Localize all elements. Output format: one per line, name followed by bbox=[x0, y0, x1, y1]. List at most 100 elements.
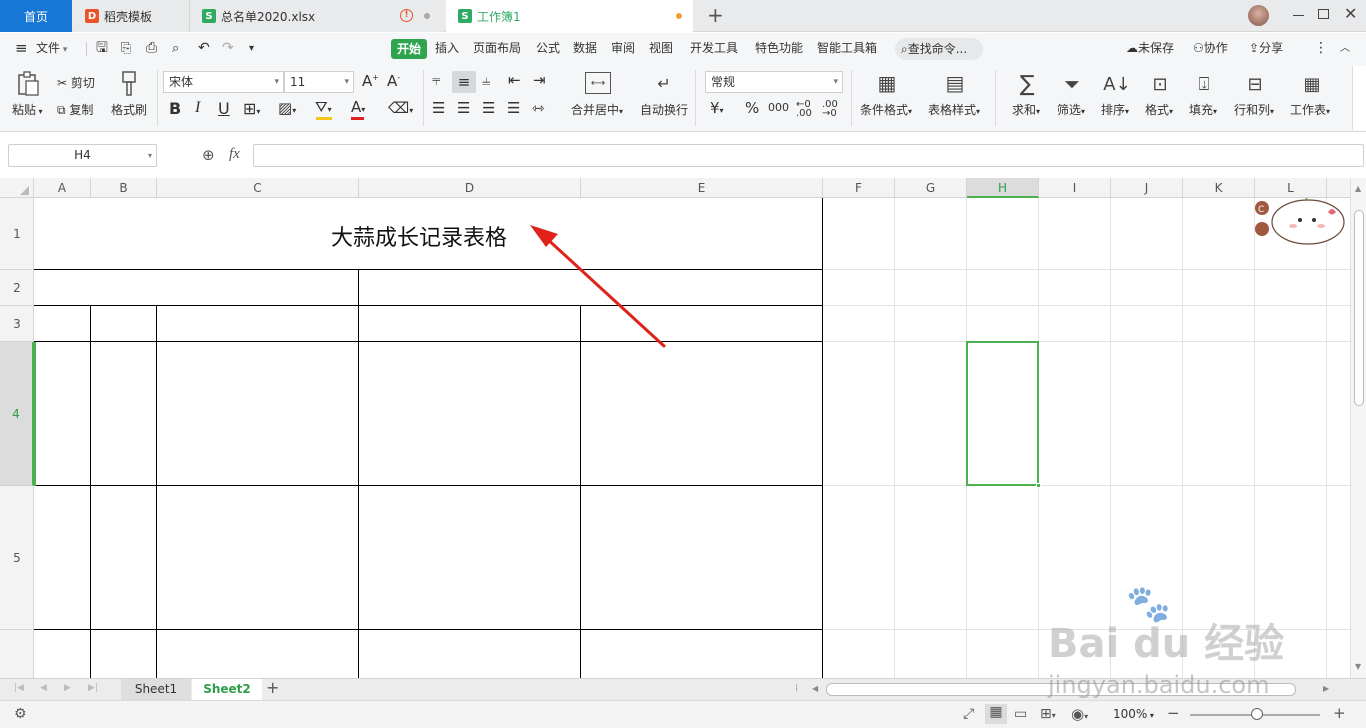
sheet-tab[interactable]: Sheet1 bbox=[121, 679, 191, 700]
align-top-icon[interactable]: ⫧ bbox=[432, 71, 440, 89]
merge-center-button[interactable]: 合并居中▾ bbox=[571, 101, 623, 118]
collab-button[interactable]: ⚇协作 bbox=[1193, 33, 1228, 64]
row-header-selected[interactable]: 4 bbox=[0, 342, 34, 486]
page-layout-view-icon[interactable]: ▭ bbox=[1014, 706, 1027, 722]
merge-center-icon[interactable]: ⟷ bbox=[585, 72, 611, 94]
table-style-button[interactable]: 表格样式▾ bbox=[928, 101, 980, 118]
reading-mode-icon[interactable]: ◉▾ bbox=[1071, 705, 1088, 723]
format-painter-icon[interactable] bbox=[117, 70, 141, 98]
restore-icon[interactable] bbox=[1318, 9, 1329, 19]
sum-button[interactable]: 求和▾ bbox=[1012, 101, 1040, 118]
align-bottom-icon[interactable]: ⫨ bbox=[482, 71, 490, 89]
bold-button[interactable]: B bbox=[169, 99, 181, 118]
column-header[interactable]: C bbox=[157, 178, 359, 198]
hscroll-right-icon[interactable]: ▶ bbox=[1323, 684, 1329, 693]
clear-format-icon[interactable]: ⌫▾ bbox=[388, 99, 413, 117]
worksheet-button[interactable]: 工作表▾ bbox=[1290, 101, 1330, 118]
more-icon[interactable]: ⋮ bbox=[1314, 33, 1328, 64]
format-painter-button[interactable]: 格式刷 bbox=[111, 101, 147, 118]
align-middle-icon[interactable]: ≡ bbox=[452, 71, 476, 93]
hamburger-icon[interactable]: ≡ bbox=[15, 33, 28, 64]
sheet-nav-last-icon[interactable]: ▶| bbox=[88, 683, 98, 693]
indent-decrease-icon[interactable]: ⇤ bbox=[508, 71, 521, 89]
tab-file2[interactable]: S 工作簿1 bbox=[446, 0, 693, 32]
fullscreen-icon[interactable]: ⤢ bbox=[963, 706, 974, 722]
distributed-icon[interactable]: ⇿ bbox=[532, 99, 545, 117]
format-icon[interactable]: ⊡ bbox=[1148, 72, 1172, 96]
justify-icon[interactable]: ☰ bbox=[507, 99, 520, 117]
fill-button[interactable]: 填充▾ bbox=[1189, 101, 1217, 118]
column-header-selected[interactable]: H bbox=[967, 178, 1039, 198]
conditional-format-icon[interactable]: ▦ bbox=[875, 71, 899, 95]
currency-button[interactable]: ¥▾ bbox=[710, 99, 724, 117]
vertical-scroll-thumb[interactable] bbox=[1354, 210, 1364, 406]
page-break-view-icon[interactable]: ⊞▾ bbox=[1040, 706, 1056, 722]
underline-button[interactable]: U bbox=[218, 99, 230, 118]
column-header[interactable]: K bbox=[1183, 178, 1255, 198]
fx-button[interactable]: fx bbox=[229, 146, 240, 163]
paste-button[interactable]: 粘贴 ▾ bbox=[12, 101, 43, 118]
sheet-nav-prev-icon[interactable]: ◀ bbox=[40, 683, 47, 693]
cut-button[interactable]: ✂ 剪切 bbox=[57, 74, 95, 91]
share-button[interactable]: ⇪分享 bbox=[1249, 33, 1283, 64]
font-shrink-icon[interactable]: A- bbox=[387, 72, 400, 90]
sort-button[interactable]: 排序▾ bbox=[1101, 101, 1129, 118]
add-sheet-button[interactable]: + bbox=[266, 678, 279, 697]
menu-start[interactable]: 开始 bbox=[391, 39, 427, 59]
avatar[interactable] bbox=[1248, 5, 1269, 26]
menu-insert[interactable]: 插入 bbox=[435, 33, 459, 64]
tab-file1[interactable]: S 总名单2020.xlsx ! bbox=[189, 0, 444, 32]
column-header[interactable]: I bbox=[1039, 178, 1111, 198]
zoom-in-button[interactable]: + bbox=[1333, 704, 1346, 722]
column-header[interactable]: L bbox=[1255, 178, 1327, 198]
ribbon-scroll-button[interactable] bbox=[1352, 66, 1366, 130]
font-color-icon[interactable]: A▾ bbox=[351, 98, 365, 116]
select-all-corner[interactable] bbox=[0, 178, 34, 198]
zoom-level[interactable]: 100% ▾ bbox=[1113, 707, 1154, 721]
menu-formula[interactable]: 公式 bbox=[536, 33, 560, 64]
redo-icon[interactable]: ↷ bbox=[222, 33, 234, 64]
italic-button[interactable]: I bbox=[195, 99, 200, 117]
number-format-select[interactable]: 常规 bbox=[705, 71, 843, 93]
fill-pattern-icon[interactable]: ▨▾ bbox=[278, 99, 296, 117]
menu-data[interactable]: 数据 bbox=[573, 33, 597, 64]
menu-page-layout[interactable]: 页面布局 bbox=[473, 33, 521, 64]
vertical-scrollbar[interactable]: ▲ ▼ bbox=[1350, 178, 1366, 678]
zoom-out-button[interactable]: − bbox=[1167, 704, 1180, 722]
border-icon[interactable]: ⊞▾ bbox=[243, 99, 260, 118]
menu-developer[interactable]: 开发工具 bbox=[690, 33, 738, 64]
row-col-icon[interactable]: ⊟ bbox=[1243, 72, 1267, 96]
print-preview-icon[interactable]: ⌕ bbox=[172, 33, 179, 64]
wrap-text-icon[interactable]: ↵ bbox=[651, 72, 677, 94]
decimal-increase-icon[interactable]: ←0.00 bbox=[796, 100, 812, 119]
sum-icon[interactable]: ∑ bbox=[1015, 72, 1039, 97]
scroll-up-icon[interactable]: ▲ bbox=[1355, 184, 1361, 193]
column-header[interactable]: G bbox=[895, 178, 967, 198]
column-header[interactable]: J bbox=[1111, 178, 1183, 198]
row-header[interactable]: 5 bbox=[0, 486, 34, 630]
column-header[interactable]: E bbox=[581, 178, 823, 198]
filter-icon[interactable]: ⏷ bbox=[1060, 72, 1084, 96]
unsaved-button[interactable]: ☁未保存 bbox=[1126, 33, 1174, 64]
spreadsheet-grid[interactable]: 大蒜成长记录表格 C 🐾 Bai du 经验 bbox=[34, 198, 1350, 678]
wrap-text-button[interactable]: 自动换行 bbox=[640, 101, 688, 118]
row-col-button[interactable]: 行和列▾ bbox=[1234, 101, 1274, 118]
sheet-tab-active[interactable]: Sheet2 bbox=[192, 679, 262, 700]
filter-button[interactable]: 筛选▾ bbox=[1057, 101, 1085, 118]
menu-features[interactable]: 特色功能 bbox=[755, 33, 803, 64]
align-right-icon[interactable]: ☰ bbox=[482, 99, 495, 117]
font-grow-icon[interactable]: A+ bbox=[362, 72, 379, 90]
decimal-decrease-icon[interactable]: .00 →0 bbox=[822, 100, 838, 119]
fill-handle[interactable] bbox=[1036, 483, 1041, 488]
sheet-nav-next-icon[interactable]: ▶ bbox=[64, 683, 71, 693]
indent-increase-icon[interactable]: ⇥ bbox=[533, 71, 546, 89]
print-icon[interactable]: ⎙ bbox=[146, 33, 157, 64]
export-icon[interactable]: ⎘ bbox=[121, 33, 131, 64]
percent-button[interactable]: % bbox=[745, 99, 759, 117]
align-center-icon[interactable]: ☰ bbox=[457, 99, 470, 117]
collapse-ribbon-icon[interactable]: ︿ bbox=[1340, 33, 1350, 64]
hscroll-left-icon[interactable]: ◀ bbox=[812, 684, 818, 693]
column-header[interactable]: A bbox=[34, 178, 91, 198]
command-search[interactable]: ⌕查找命令... bbox=[895, 38, 983, 60]
save-icon[interactable]: 🖫 bbox=[96, 33, 108, 64]
